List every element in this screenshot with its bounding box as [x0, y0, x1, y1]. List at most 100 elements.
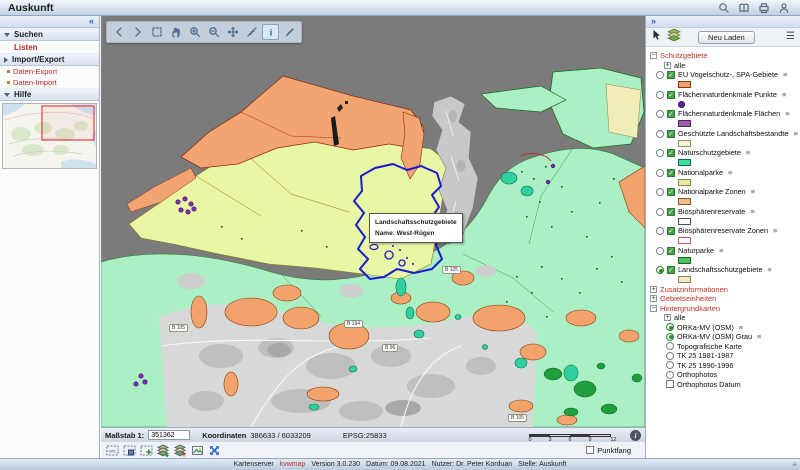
expand-box-icon[interactable]: + [650, 286, 657, 293]
user-icon[interactable] [777, 1, 790, 14]
layer-row-nationalparke-zonen[interactable]: ✓ Nationalparke Zonen ≡ [650, 187, 798, 197]
background-row-orthophotos[interactable]: Orthophotos [650, 370, 798, 380]
measure-button[interactable] [243, 24, 260, 40]
layer-radio[interactable] [656, 247, 664, 255]
info-button[interactable]: i [262, 24, 279, 40]
layer-radio[interactable] [656, 188, 664, 196]
layer-row-fnd-flaechen[interactable]: ✓ Flächennaturdenkmale Flächen ≡ [650, 109, 798, 119]
layer-radio[interactable] [656, 130, 664, 138]
layer-radio[interactable] [656, 110, 664, 118]
layer-checkbox-checked[interactable]: ✓ [667, 208, 675, 216]
layer-checkbox-checked[interactable]: ✓ [667, 149, 675, 157]
background-radio-selected[interactable] [666, 323, 674, 331]
layer-menu-icon[interactable]: ≡ [785, 109, 789, 119]
layer-row-nationalparke[interactable]: ✓ Nationalparke ≡ [650, 168, 798, 178]
sidebar-collapse-button[interactable]: « [0, 16, 99, 28]
add-layer-icon[interactable] [156, 444, 170, 457]
background-row-tk25-1990[interactable]: TK 25 1990-1996 [650, 361, 798, 371]
resize-map-icon[interactable] [207, 444, 221, 457]
save-view-icon[interactable] [122, 444, 136, 457]
layer-menu-icon[interactable]: ≡ [739, 323, 743, 333]
background-radio[interactable] [666, 352, 674, 360]
layer-menu-icon[interactable]: ≡ [767, 265, 771, 275]
background-radio[interactable] [666, 361, 674, 369]
layer-menu-icon[interactable]: ≡ [728, 168, 732, 178]
reload-button[interactable]: Neu Laden [698, 31, 755, 44]
background-radio[interactable] [666, 342, 674, 350]
layer-checkbox-checked[interactable]: ✓ [667, 91, 675, 99]
layer-checkbox-checked[interactable]: ✓ [667, 71, 675, 79]
layer-row-biosphaerenreservate-zonen[interactable]: ✓ Biosphärenreservate Zonen ≡ [650, 226, 798, 236]
layer-menu-icon[interactable]: ≡ [746, 148, 750, 158]
background-row-orka-osm-grau[interactable]: ORKa-MV (OSM) Grau ≡ [650, 332, 798, 342]
expand-box-icon[interactable]: + [650, 295, 657, 302]
layer-row-naturschutzgebiete[interactable]: ✓ Naturschutzgebiete ≡ [650, 148, 798, 158]
search-icon[interactable] [717, 1, 730, 14]
panel-menu-icon[interactable]: ☰ [786, 32, 795, 42]
layer-row-eu-vogelschutz[interactable]: ✓ EU Vogelschutz-, SPA-Gebiete ≡ [650, 70, 798, 80]
background-row-tk25-1981[interactable]: TK 25 1981-1987 [650, 351, 798, 361]
layer-menu-icon[interactable]: ≡ [773, 226, 777, 236]
background-row-orka-osm[interactable]: ORKa-MV (OSM) ≡ [650, 323, 798, 333]
select-all-schutzgebiete[interactable]: + alle [650, 61, 798, 71]
layer-radio[interactable] [656, 227, 664, 235]
layer-menu-icon[interactable]: ≡ [719, 246, 723, 256]
select-all-hintergrundkarten[interactable]: + alle [650, 313, 798, 323]
layer-radio[interactable] [656, 71, 664, 79]
scale-input[interactable] [148, 430, 190, 440]
expand-box-icon[interactable]: + [664, 314, 671, 321]
pointer-tool-icon[interactable] [651, 28, 662, 46]
punktfang-checkbox[interactable] [586, 446, 594, 454]
info-circle-icon[interactable]: i [630, 430, 641, 441]
tree-header-schutzgebiete[interactable]: − Schutzgebiete [650, 51, 798, 61]
tree-header-gebietseinheiten[interactable]: + Gebietseinheiten [650, 294, 798, 304]
tree-header-zusatzinformationen[interactable]: + Zusatzinformationen [650, 285, 798, 295]
background-radio-selected[interactable] [666, 333, 674, 341]
layer-menu-icon[interactable]: ≡ [783, 70, 787, 80]
full-extent-button[interactable] [148, 24, 165, 40]
background-row-topografische-karte[interactable]: Topografische Karte [650, 342, 798, 352]
background-row-orthophotos-datum[interactable]: Orthophotos Datum [650, 380, 798, 390]
layer-menu-icon[interactable]: ≡ [782, 90, 786, 100]
back-button[interactable] [110, 24, 127, 40]
overview-map[interactable] [2, 103, 97, 169]
footer-brand-link[interactable]: kvwmap [280, 461, 306, 468]
layer-menu-icon[interactable]: ≡ [794, 129, 798, 139]
layer-radio[interactable] [656, 91, 664, 99]
sidebar-item-listen[interactable]: Listen [0, 41, 99, 53]
layer-menu-icon[interactable]: ≡ [751, 187, 755, 197]
layer-checkbox-checked[interactable]: ✓ [667, 169, 675, 177]
edit-button[interactable] [281, 24, 298, 40]
layer-checkbox-checked[interactable]: ✓ [667, 227, 675, 235]
forward-button[interactable] [129, 24, 146, 40]
map-url-icon[interactable]: URL [105, 444, 119, 457]
layer-row-naturparke[interactable]: ✓ Naturparke ≡ [650, 246, 798, 256]
layer-row-landschaftsschutzgebiete[interactable]: ✓ Landschaftsschutzgebiete ≡ [650, 265, 798, 275]
copy-layer-icon[interactable] [173, 444, 187, 457]
layer-row-biosphaerenreservate[interactable]: ✓ Biosphärenreservate ≡ [650, 207, 798, 217]
collapse-box-icon[interactable]: − [650, 52, 657, 59]
pan-button[interactable] [167, 24, 184, 40]
background-radio[interactable] [666, 371, 674, 379]
background-checkbox-unchecked[interactable] [666, 380, 674, 388]
sidebar-item-hilfe[interactable]: Hilfe [0, 88, 99, 101]
atlas-icon[interactable] [737, 1, 750, 14]
add-view-icon[interactable] [139, 444, 153, 457]
layer-checkbox-checked[interactable]: ✓ [667, 188, 675, 196]
layer-checkbox-checked[interactable]: ✓ [667, 266, 675, 274]
tree-header-hintergrundkarten[interactable]: − Hintergrundkarten [650, 304, 798, 314]
layer-checkbox-checked[interactable]: ✓ [667, 110, 675, 118]
zoom-out-button[interactable] [205, 24, 222, 40]
layer-radio[interactable] [656, 169, 664, 177]
zoom-in-button[interactable] [186, 24, 203, 40]
resize-grip-icon[interactable]: ≡ [792, 461, 797, 469]
panel-collapse-button[interactable]: » [646, 16, 800, 28]
sidebar-item-import-export[interactable]: Import/Export [0, 53, 99, 66]
expand-box-icon[interactable]: + [664, 62, 671, 69]
layer-row-fnd-punkte[interactable]: ✓ Flächennaturdenkmale Punkte ≡ [650, 90, 798, 100]
layer-radio-selected[interactable] [656, 266, 664, 274]
layer-menu-icon[interactable]: ≡ [757, 332, 761, 342]
layer-radio[interactable] [656, 149, 664, 157]
sidebar-item-daten-export[interactable]: Daten-Export [0, 66, 99, 77]
sidebar-item-suchen[interactable]: Suchen [0, 28, 99, 41]
